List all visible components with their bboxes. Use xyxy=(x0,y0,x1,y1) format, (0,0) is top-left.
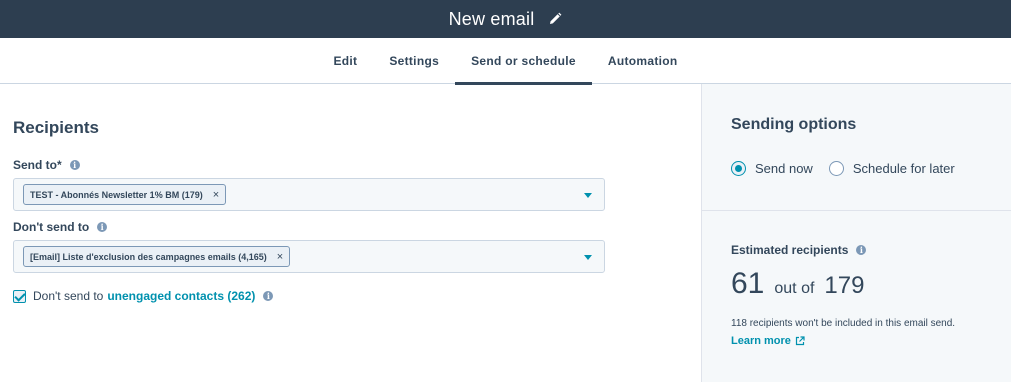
send-to-label-row: Send to* i xyxy=(13,158,80,172)
estimated-recipients-heading: Estimated recipients xyxy=(731,243,849,257)
dont-send-to-label-row: Don't send to i xyxy=(13,220,108,234)
estimated-count: 61 xyxy=(731,267,765,300)
estimated-recipients-heading-row: Estimated recipients i xyxy=(731,243,867,257)
schedule-later-radio[interactable] xyxy=(828,161,844,176)
top-bar: New email xyxy=(0,0,1011,38)
send-to-select[interactable]: TEST - Abonnés Newsletter 1% BM (179) × xyxy=(13,178,605,211)
send-timing-radio-group: Send now Schedule for later xyxy=(731,161,971,176)
email-title: New email xyxy=(448,8,535,29)
sending-options-heading: Sending options xyxy=(731,116,857,133)
schedule-later-option[interactable]: Schedule for later xyxy=(828,161,955,176)
excluded-note: 118 recipients won't be included in this… xyxy=(731,318,956,329)
learn-more-link[interactable]: Learn more xyxy=(731,335,805,347)
chevron-down-icon[interactable] xyxy=(584,255,592,260)
dont-send-to-tag-label: [Email] Liste d'exclusion des campagnes … xyxy=(30,251,267,262)
recipient-count: 61 out of 179 xyxy=(731,267,864,301)
send-to-tag-label: TEST - Abonnés Newsletter 1% BM (179) xyxy=(30,189,203,200)
learn-more-label: Learn more xyxy=(731,335,791,347)
send-to-label: Send to* xyxy=(13,158,62,172)
info-icon[interactable]: i xyxy=(69,160,80,170)
pencil-icon[interactable] xyxy=(548,12,562,26)
tab-automation[interactable]: Automation xyxy=(592,38,694,84)
remove-tag-icon[interactable]: × xyxy=(213,189,219,201)
sending-options-section: Sending options Send now Schedule for la… xyxy=(702,84,1011,211)
send-to-tag: TEST - Abonnés Newsletter 1% BM (179) × xyxy=(23,184,227,205)
chevron-down-icon[interactable] xyxy=(584,193,592,198)
unengaged-checkbox[interactable] xyxy=(13,289,26,303)
tab-settings[interactable]: Settings xyxy=(373,38,455,84)
unengaged-prefix: Don't send to xyxy=(33,289,104,303)
info-icon[interactable]: i xyxy=(97,222,108,232)
remove-tag-icon[interactable]: × xyxy=(277,251,283,263)
sending-sidebar: Sending options Send now Schedule for la… xyxy=(701,84,1011,382)
dont-send-to-select[interactable]: [Email] Liste d'exclusion des campagnes … xyxy=(13,240,605,273)
tab-bar: Edit Settings Send or schedule Automatio… xyxy=(0,38,1011,85)
send-now-option[interactable]: Send now xyxy=(731,161,813,176)
send-now-label: Send now xyxy=(755,161,813,176)
recipients-heading: Recipients xyxy=(13,118,99,137)
out-of-text: out of xyxy=(774,280,815,297)
recipients-panel: Recipients Send to* i TEST - Abonnés New… xyxy=(0,84,701,382)
send-now-radio[interactable] xyxy=(731,161,746,176)
unengaged-row: Don't send to unengaged contacts (262) i xyxy=(13,289,274,303)
tab-edit[interactable]: Edit xyxy=(317,38,373,84)
external-link-icon xyxy=(795,336,805,346)
tab-send-or-schedule[interactable]: Send or schedule xyxy=(455,38,592,85)
dont-send-to-tag: [Email] Liste d'exclusion des campagnes … xyxy=(23,246,291,267)
info-icon[interactable]: i xyxy=(856,245,867,255)
total-count: 179 xyxy=(824,272,865,299)
schedule-later-label: Schedule for later xyxy=(852,161,955,176)
unengaged-contacts-link[interactable]: unengaged contacts (262) xyxy=(107,289,255,303)
dont-send-to-label: Don't send to xyxy=(13,220,90,234)
info-icon[interactable]: i xyxy=(263,291,274,301)
